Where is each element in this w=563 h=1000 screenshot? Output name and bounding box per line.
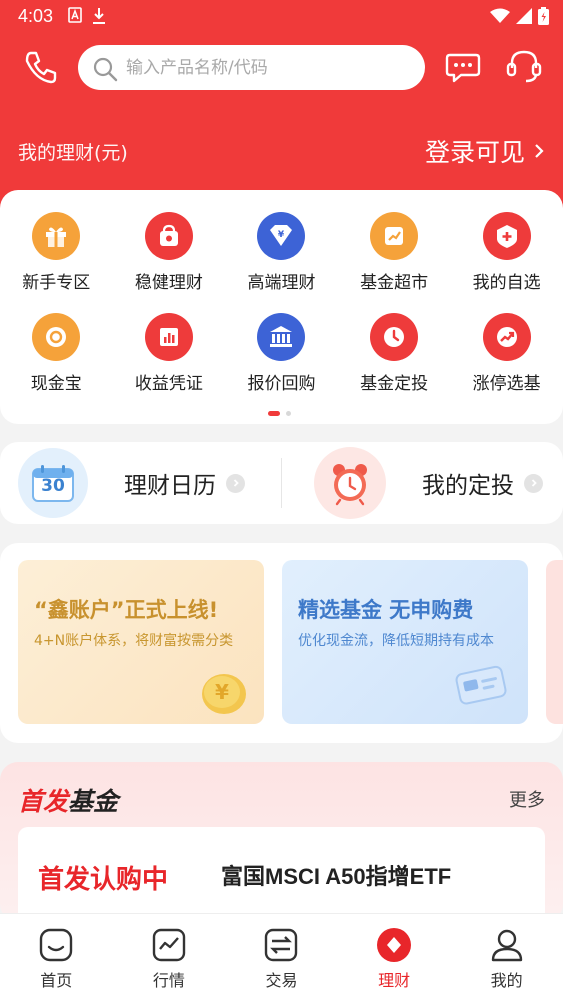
quick-entry-cash-treasure[interactable]: 现金宝: [0, 313, 113, 394]
user-icon: [489, 927, 525, 963]
calendar-day: 30: [41, 476, 65, 496]
ipo-fund-section: 首发基金 更多 首发认购中 富国MSCI A50指增ETF: [0, 762, 563, 922]
status-bar: 4:03: [0, 0, 563, 32]
banner-carousel: “鑫账户”正式上线! 4+N账户体系，将财富按需分类 ¥ 精选基金 无申购费 优…: [0, 543, 563, 743]
notification-a-icon: [68, 7, 82, 30]
ipo-fund-name: 富国MSCI A50指增ETF: [221, 864, 452, 889]
gold-coin-icon: ¥: [198, 668, 250, 720]
quick-entry-watchlist[interactable]: 我的自选: [450, 212, 563, 293]
bar-chart-icon: [144, 313, 193, 361]
status-system-icons: [490, 7, 549, 30]
gift-icon: [32, 212, 81, 260]
quick-entry-income-certificate[interactable]: 收益凭证: [113, 313, 226, 394]
page-dot: [286, 411, 291, 416]
ipo-fund-card[interactable]: 首发认购中 富国MSCI A50指增ETF: [18, 827, 545, 922]
wealth-calendar-entry[interactable]: 30 理财日历: [18, 442, 245, 524]
chevron-right-icon: [226, 473, 245, 493]
wallet-icon: [144, 212, 193, 260]
my-fixed-investment-entry[interactable]: 我的定投: [314, 442, 543, 524]
more-link[interactable]: 更多: [509, 786, 545, 812]
quick-entry-fund-market[interactable]: 基金超市: [338, 212, 451, 293]
battery-icon: [538, 7, 549, 30]
tab-market[interactable]: 行情: [113, 914, 226, 1000]
login-visible-text: 登录可见: [424, 138, 525, 167]
page-dot-active: [268, 411, 280, 416]
clock-icon: [370, 313, 419, 361]
quick-entry-repo[interactable]: 报价回购: [225, 313, 338, 394]
wifi-icon: [490, 8, 510, 29]
chevron-right-icon: [533, 137, 545, 166]
alarm-clock-icon: [314, 447, 386, 519]
login-visible-link[interactable]: 登录可见: [425, 133, 545, 169]
quick-entry-limit-up-funds[interactable]: 涨停选基: [450, 313, 563, 394]
quick-entry-card: 新手专区 稳健理财 ¥ 高端理财 基金超市 我的自选 现金宝 收益凭证 报价回购…: [0, 190, 563, 424]
quick-entry-newbie[interactable]: 新手专区: [0, 212, 113, 293]
home-icon: [38, 927, 74, 963]
diamond-yen-icon: ¥: [257, 212, 306, 260]
plan-card: 30 理财日历 我的定投: [0, 442, 563, 524]
tab-wealth[interactable]: 理财: [338, 914, 451, 1000]
quick-entry-fund-plan[interactable]: 基金定投: [338, 313, 451, 394]
quick-entry-grid: 新手专区 稳健理财 ¥ 高端理财 基金超市 我的自选 现金宝 收益凭证 报价回购…: [0, 212, 563, 394]
customer-service-icon[interactable]: [504, 47, 544, 87]
quick-entry-steady[interactable]: 稳健理财: [113, 212, 226, 293]
coin-icon: [32, 313, 81, 361]
trend-icon: [482, 313, 531, 361]
tab-trade[interactable]: 交易: [225, 914, 338, 1000]
tab-home[interactable]: 首页: [0, 914, 113, 1000]
bottom-tab-bar: 首页 行情 交易 理财 我的: [0, 913, 563, 1000]
divider: [281, 458, 282, 508]
banner-xin-account[interactable]: “鑫账户”正式上线! 4+N账户体系，将财富按需分类 ¥: [18, 560, 264, 724]
phone-icon[interactable]: [22, 48, 60, 86]
download-icon: [92, 7, 106, 30]
banner-selected-funds[interactable]: 精选基金 无申购费 优化现金流，降低短期持有成本: [282, 560, 528, 724]
signal-icon: [516, 8, 532, 29]
ipo-status: 首发认购中: [38, 865, 169, 895]
search-icon: [92, 56, 118, 86]
bank-icon: [257, 313, 306, 361]
chart-card-icon: [370, 212, 419, 260]
my-wealth-label: 我的理财(元): [18, 142, 128, 164]
calendar-icon: 30: [18, 448, 88, 518]
status-time: 4:03: [18, 6, 54, 26]
status-notification-icons: [68, 7, 106, 30]
svg-text:¥: ¥: [215, 680, 229, 704]
search-input[interactable]: [126, 45, 416, 90]
ipo-section-title: 首发基金: [18, 787, 119, 816]
shield-plus-icon: [482, 212, 531, 260]
tab-me[interactable]: 我的: [450, 914, 563, 1000]
card-icon: [452, 660, 512, 714]
message-icon[interactable]: [444, 48, 482, 86]
wealth-icon: [376, 927, 412, 963]
page-indicator: [268, 411, 291, 416]
banner-next-peek[interactable]: [546, 560, 563, 724]
svg-text:¥: ¥: [278, 230, 285, 240]
chevron-right-icon: [524, 473, 543, 493]
search-box[interactable]: [78, 45, 425, 90]
quick-entry-premium[interactable]: ¥ 高端理财: [225, 212, 338, 293]
market-icon: [151, 927, 187, 963]
trade-icon: [263, 927, 299, 963]
